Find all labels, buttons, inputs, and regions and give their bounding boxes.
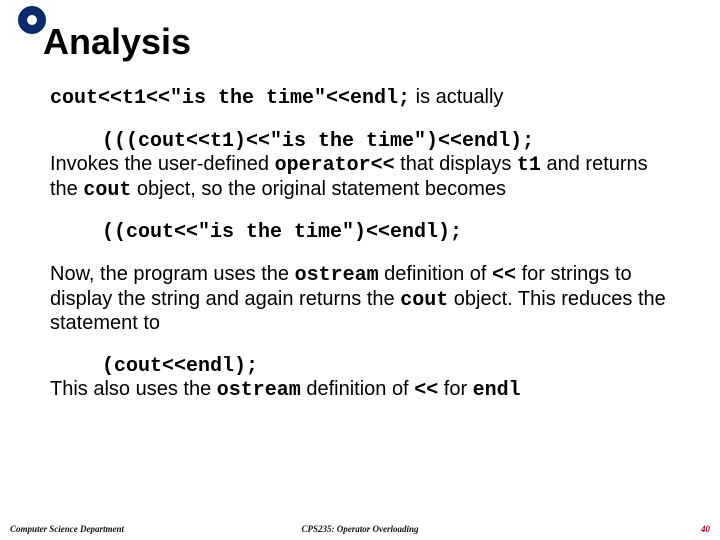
paragraph-2: (((cout<<t1)<<"is the time")<<endl); Inv… xyxy=(50,129,670,203)
code-identifier-endl: endl xyxy=(473,379,521,402)
text-run: for xyxy=(438,378,472,400)
code-identifier-t1: t1 xyxy=(517,154,541,177)
paragraph-1: cout<<t1<<"is the time"<<endl; is actual… xyxy=(50,86,670,111)
text-run: is actually xyxy=(410,86,503,108)
code-operator: << xyxy=(492,264,516,287)
text-run: Now, the program uses the xyxy=(50,263,295,285)
text-run: Invokes the user-defined xyxy=(50,153,275,175)
code-operator: operator<< xyxy=(275,154,395,177)
institution-logo xyxy=(18,6,46,34)
slide-footer: Computer Science Department CPS235: Oper… xyxy=(0,524,720,534)
code-line-4: (cout<<endl); xyxy=(102,355,258,378)
code-identifier-ostream: ostream xyxy=(217,379,301,402)
code-operator: << xyxy=(414,379,438,402)
code-line-2: (((cout<<t1)<<"is the time")<<endl); xyxy=(102,130,534,153)
text-run: definition of xyxy=(379,263,492,285)
text-run: This also uses the xyxy=(50,378,217,400)
code-line-3: ((cout<<"is the time")<<endl); xyxy=(102,221,462,244)
paragraph-5: (cout<<endl); This also uses the ostream… xyxy=(50,354,670,403)
code-line-1: cout<<t1<<"is the time"<<endl; xyxy=(50,87,410,110)
code-identifier-cout: cout xyxy=(400,289,448,312)
code-identifier-cout: cout xyxy=(83,179,131,202)
text-run: definition of xyxy=(301,378,414,400)
code-identifier-ostream: ostream xyxy=(295,264,379,287)
paragraph-3: ((cout<<"is the time")<<endl); xyxy=(50,220,670,245)
text-run: object, so the original statement become… xyxy=(131,178,506,200)
footer-center: CPS235: Operator Overloading xyxy=(0,524,720,534)
slide-body: cout<<t1<<"is the time"<<endl; is actual… xyxy=(0,60,720,403)
slide-title: Analysis xyxy=(0,0,720,60)
text-run: that displays xyxy=(395,153,517,175)
paragraph-4: Now, the program uses the ostream defini… xyxy=(50,263,670,336)
